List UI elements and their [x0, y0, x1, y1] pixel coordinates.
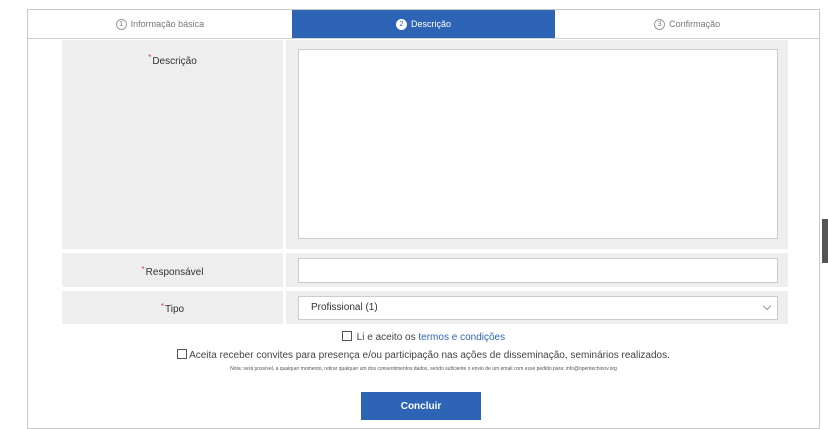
- required-marker: *: [148, 53, 152, 62]
- invites-consent: Aceita receber convites para presença e/…: [28, 349, 819, 361]
- step-informacao-basica[interactable]: 1 Informação básica: [28, 10, 292, 38]
- terms-checkbox[interactable]: [341, 331, 352, 341]
- tipo-label: Tipo: [165, 304, 185, 315]
- step-number-1: 1: [115, 18, 127, 30]
- tipo-field-cell: Profissional (1): [286, 291, 788, 324]
- wizard-frame: 1 Informação básica 2 Descrição 3 Confir…: [27, 9, 820, 429]
- responsavel-input[interactable]: [298, 257, 778, 283]
- step-label: Informação básica: [130, 19, 205, 29]
- required-marker: *: [160, 302, 165, 311]
- description-form: * Descrição * Responsável * Tipo Profiss…: [62, 40, 788, 328]
- responsavel-row: * Responsável: [62, 253, 788, 287]
- descricao-textarea[interactable]: [298, 49, 778, 239]
- descricao-row: * Descrição: [62, 40, 788, 249]
- tipo-selected-value: Profissional (1): [311, 302, 378, 313]
- descricao-label-cell: * Descrição: [62, 40, 283, 249]
- terms-prefix: Li e aceito os: [356, 332, 416, 343]
- descricao-label: Descrição: [152, 56, 197, 67]
- terms-consent: Li e aceito os termos e condições: [28, 331, 819, 343]
- step-number-3: 3: [654, 18, 666, 30]
- tipo-label-cell: * Tipo: [62, 291, 283, 324]
- required-marker: *: [141, 264, 145, 274]
- responsavel-field-cell: [286, 253, 788, 287]
- responsavel-label-cell: * Responsável: [62, 253, 283, 287]
- side-scroll-handle: [822, 219, 828, 263]
- tipo-select[interactable]: Profissional (1): [298, 295, 778, 320]
- concluir-button[interactable]: Concluir: [361, 392, 481, 420]
- consent-note: Nota: será possível, a qualquer momento,…: [230, 366, 617, 372]
- step-confirmacao[interactable]: 3 Confirmação: [555, 10, 820, 38]
- descricao-field-cell: [286, 40, 788, 249]
- step-indicator: 1 Informação básica 2 Descrição 3 Confir…: [28, 10, 820, 39]
- terms-link[interactable]: termos e condições: [418, 332, 505, 343]
- invites-checkbox[interactable]: [177, 349, 188, 359]
- chevron-down-icon: [762, 301, 772, 311]
- step-label: Confirmação: [669, 19, 721, 29]
- step-label: Descrição: [411, 19, 452, 29]
- responsavel-label: Responsável: [145, 266, 204, 278]
- invites-label: Aceita receber convites para presença e/…: [189, 350, 670, 361]
- tipo-row: * Tipo Profissional (1): [62, 291, 788, 324]
- step-number-2: 2: [396, 18, 407, 30]
- step-descricao[interactable]: 2 Descrição: [291, 10, 556, 38]
